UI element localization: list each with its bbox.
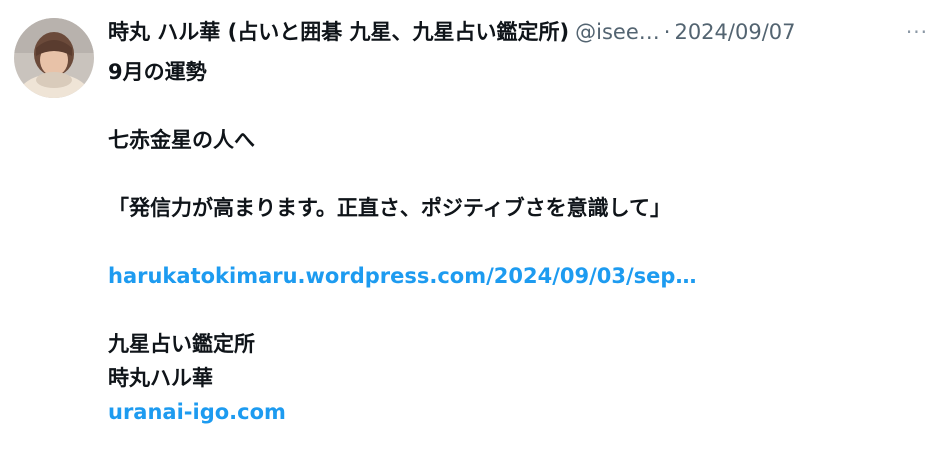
avatar-image xyxy=(14,18,94,98)
display-name[interactable]: 時丸 ハル華 (占いと囲碁 九星、九星占い鑑定所) xyxy=(108,16,569,48)
separator-dot: · xyxy=(663,20,671,44)
website-link[interactable]: uranai-igo.com xyxy=(108,400,286,424)
tweet-header: 時丸 ハル華 (占いと囲碁 九星、九星占い鑑定所) @isee… · 2024/… xyxy=(108,16,928,48)
tweet-link-line: uranai-igo.com xyxy=(108,395,918,429)
tweet-line-quote: 「発信力が高まります。正直さ、ポジティブさを意識して」 xyxy=(108,196,672,220)
tweet-link-line: harukatokimaru.wordpress.com/2024/09/03/… xyxy=(108,259,918,293)
tweet-text: 9月の運勢 七赤金星の人へ 「発信力が高まります。正直さ、ポジティブさを意識して… xyxy=(108,55,918,429)
more-options-icon[interactable]: ··· xyxy=(896,16,928,48)
tweet-line-name: 時丸ハル華 xyxy=(108,366,213,390)
article-link[interactable]: harukatokimaru.wordpress.com/2024/09/03/… xyxy=(108,264,696,288)
tweet-line-office: 九星占い鑑定所 xyxy=(108,332,255,356)
avatar[interactable] xyxy=(14,18,94,98)
tweet-line-title: 9月の運勢 xyxy=(108,60,207,84)
post-date[interactable]: 2024/09/07 xyxy=(674,16,795,48)
user-handle[interactable]: @isee… xyxy=(575,16,660,48)
tweet: 時丸 ハル華 (占いと囲碁 九星、九星占い鑑定所) @isee… · 2024/… xyxy=(0,0,936,452)
tweet-line-audience: 七赤金星の人へ xyxy=(108,128,255,152)
